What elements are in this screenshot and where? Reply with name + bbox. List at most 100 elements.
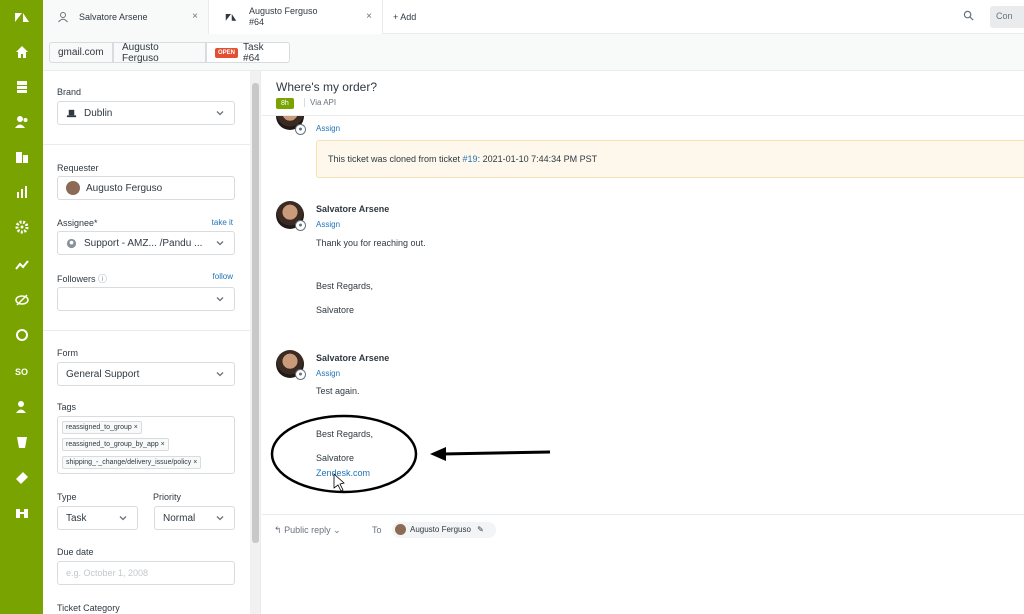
tab-ticket-64[interactable]: Augusto Ferguso #64 × [209, 0, 383, 34]
type-label: Type [57, 492, 77, 502]
ticket-channel: Via API [304, 98, 336, 107]
breadcrumb-user[interactable]: Augusto Ferguso [113, 42, 206, 64]
priority-value: Normal [163, 512, 196, 524]
product-rail: SO [0, 0, 43, 614]
brand-select[interactable]: Dublin [57, 101, 235, 125]
chevron-down-icon [216, 241, 224, 246]
edit-pencil-icon[interactable]: ✎ [477, 525, 484, 534]
breadcrumb-ticket[interactable]: OPEN Task #64 [206, 42, 290, 64]
group-icon [66, 238, 77, 248]
remove-tag-icon[interactable]: × [193, 459, 197, 466]
brand-value: Dublin [84, 107, 113, 119]
remove-tag-icon[interactable]: × [134, 424, 138, 431]
tags-label: Tags [57, 402, 77, 412]
cup-icon[interactable] [0, 427, 43, 457]
divider [43, 330, 250, 331]
followers-select[interactable] [57, 287, 235, 311]
tag-label: reassigned_to_group [66, 424, 132, 431]
due-date-input[interactable]: e.g. October 1, 2008 [57, 561, 235, 585]
brand-label: Brand [57, 87, 82, 97]
ticket-age-badge: 8h [276, 98, 294, 109]
requester-field[interactable]: Augusto Ferguso [57, 176, 235, 200]
form-select[interactable]: General Support [57, 362, 235, 386]
mouse-cursor-icon [333, 473, 345, 492]
follow-link[interactable]: follow [213, 272, 233, 281]
status-badge: OPEN [215, 47, 239, 58]
info-icon: ⓘ [98, 274, 108, 284]
annotation-arrow-line [441, 450, 551, 456]
priority-label: Priority [153, 492, 182, 502]
chevron-down-icon [119, 516, 127, 521]
customers-icon[interactable] [0, 107, 43, 137]
zendesk-ticket-icon [225, 14, 237, 21]
tag-chip[interactable]: shipping_-_change/delivery_issue/policy … [62, 456, 202, 469]
breadcrumb-org[interactable]: gmail.com [49, 42, 113, 63]
eraser-icon[interactable] [0, 462, 43, 492]
app-badge-icon[interactable] [0, 320, 43, 350]
avatar [66, 181, 80, 195]
binoculars-icon[interactable] [0, 498, 43, 528]
brand-hat-icon [66, 109, 77, 117]
chevron-down-icon: ⌄ [333, 525, 341, 535]
recipient-name: Augusto Ferguso [410, 525, 471, 534]
scrollbar-thumb[interactable] [252, 83, 259, 543]
reply-arrow-icon: ↰ [274, 525, 282, 535]
user-icon [58, 12, 68, 23]
search-icon[interactable] [963, 10, 974, 21]
user-lock-icon[interactable] [0, 392, 43, 422]
analytics-icon[interactable] [0, 250, 43, 280]
add-tab-button[interactable]: + Add [393, 0, 416, 34]
form-value: General Support [66, 368, 140, 380]
ticket-properties-panel: Brand Dublin Requester Augusto Ferguso A… [43, 71, 261, 614]
zendesk-logo-icon[interactable] [0, 2, 43, 32]
views-icon[interactable] [0, 72, 43, 102]
chevron-down-icon [216, 111, 224, 116]
tab-label: Salvatore Arsene [79, 12, 148, 22]
chevron-down-icon [216, 516, 224, 521]
chevron-down-icon [216, 297, 224, 302]
tags-input[interactable]: reassigned_to_group × reassigned_to_grou… [57, 416, 235, 474]
assignee-select[interactable]: Support - AMZ... /Pandu ... [57, 231, 235, 255]
type-value: Task [66, 512, 87, 524]
take-it-link[interactable]: take it [212, 218, 233, 227]
type-select[interactable]: Task [57, 506, 138, 530]
tag-label: shipping_-_change/delivery_issue/policy [66, 459, 192, 466]
requester-value: Augusto Ferguso [86, 182, 163, 194]
home-icon[interactable] [0, 37, 43, 67]
ticket-subject[interactable]: Where's my order? [276, 80, 377, 94]
conversation-log: ● Assign This ticket was cloned from tic… [262, 116, 1024, 514]
priority-select[interactable]: Normal [154, 506, 235, 530]
due-date-label: Due date [57, 547, 94, 557]
form-label: Form [57, 348, 78, 358]
tag-label: reassigned_to_group_by_app [66, 441, 159, 448]
annotation-ellipse [270, 414, 418, 494]
tab-salvatore-arsene[interactable]: Salvatore Arsene × [43, 0, 209, 34]
conversations-button[interactable]: Con [990, 6, 1024, 28]
reporting-icon[interactable] [0, 177, 43, 207]
followers-label: Followers ⓘ [57, 272, 107, 285]
tab-label-number: #64 [249, 17, 265, 27]
annotation-arrowhead [430, 447, 446, 461]
reply-composer: ↰ Public reply ⌄ To Augusto Ferguso ✎ [262, 514, 1024, 614]
so-app-icon[interactable]: SO [0, 357, 43, 387]
annotation-overlay [270, 414, 551, 494]
to-label: To [372, 525, 382, 535]
sidebar-scrollbar[interactable] [250, 71, 260, 614]
recipient-chip[interactable]: Augusto Ferguso ✎ [392, 522, 496, 538]
requester-label: Requester [57, 163, 99, 173]
tab-label: Augusto Ferguso #64 [249, 6, 318, 28]
reply-mode-label: Public reply [284, 525, 331, 535]
chevron-down-icon [216, 372, 224, 377]
admin-gear-icon[interactable] [0, 212, 43, 242]
tag-chip[interactable]: reassigned_to_group × [62, 421, 142, 434]
close-tab-icon[interactable]: × [366, 11, 372, 22]
tag-chip[interactable]: reassigned_to_group_by_app × [62, 438, 169, 451]
close-tab-icon[interactable]: × [192, 11, 198, 22]
hidden-eye-icon[interactable] [0, 285, 43, 315]
remove-tag-icon[interactable]: × [161, 441, 165, 448]
avatar [395, 524, 406, 535]
organizations-icon[interactable] [0, 142, 43, 172]
ticket-main: Where's my order? 8h Via API ● Assign Th… [262, 71, 1024, 614]
reply-mode-select[interactable]: ↰ Public reply ⌄ [274, 525, 341, 536]
assignee-value: Support - AMZ... /Pandu ... [84, 237, 203, 249]
